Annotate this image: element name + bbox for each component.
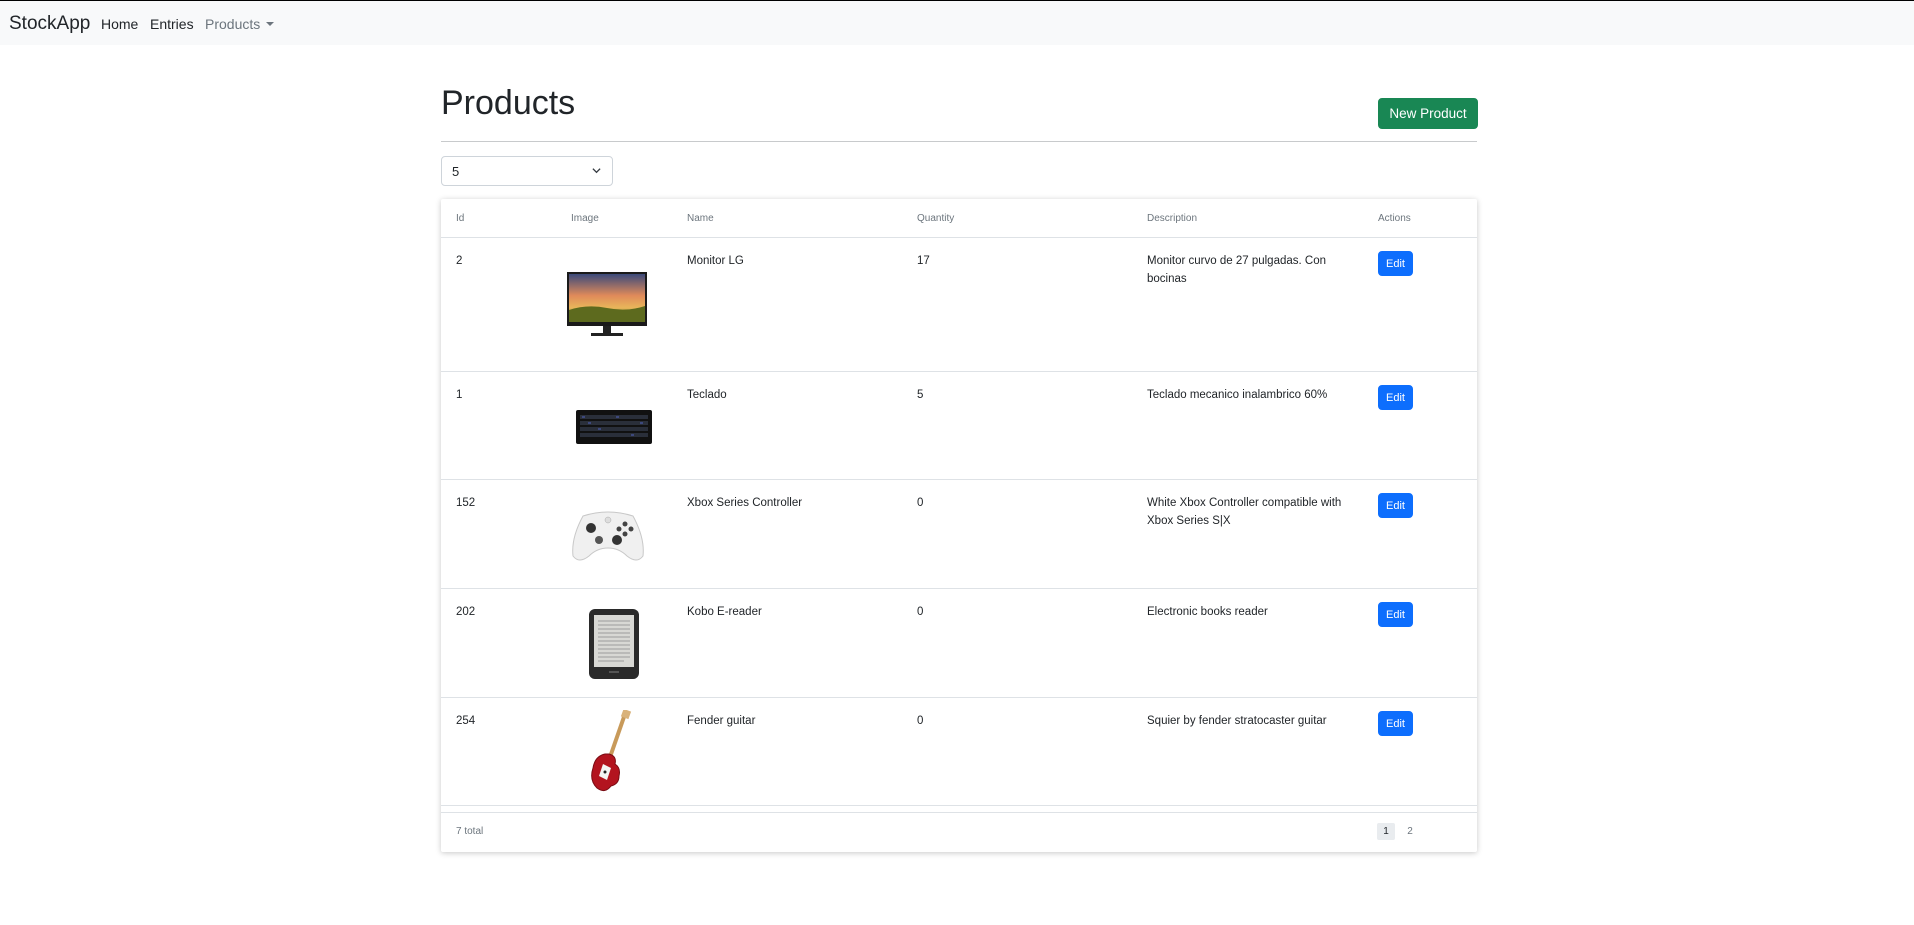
new-product-button[interactable]: New Product bbox=[1378, 98, 1478, 129]
navbar: StockApp Home Entries Products bbox=[0, 1, 1914, 45]
product-image-controller bbox=[569, 508, 647, 569]
row-description: Electronic books reader bbox=[1147, 606, 1268, 618]
table-row: 1 Teclado 5 Teclado mecanico inalambrico… bbox=[441, 372, 1477, 480]
row-quantity: 0 bbox=[917, 715, 924, 727]
pagination-page-2[interactable]: 2 bbox=[1401, 823, 1419, 840]
column-header-name: Name bbox=[687, 213, 714, 224]
product-image-keyboard bbox=[576, 410, 652, 449]
nav-products-label: Products bbox=[205, 16, 261, 32]
column-header-id: Id bbox=[456, 213, 465, 224]
column-header-description: Description bbox=[1147, 213, 1198, 224]
guitar-icon bbox=[591, 708, 632, 792]
table-footer-divider bbox=[441, 812, 1477, 813]
row-id: 1 bbox=[456, 389, 463, 401]
edit-button[interactable]: Edit bbox=[1378, 251, 1413, 276]
row-name: Fender guitar bbox=[687, 715, 756, 727]
nav-home-link[interactable]: Home bbox=[101, 16, 138, 32]
column-header-actions: Actions bbox=[1378, 213, 1411, 224]
page-title: Products bbox=[441, 84, 576, 122]
monitor-icon bbox=[567, 272, 647, 336]
edit-button[interactable]: Edit bbox=[1378, 493, 1413, 518]
table-header: Id Image Name Quantity Description Actio… bbox=[441, 199, 1477, 238]
products-table-card: Id Image Name Quantity Description Actio… bbox=[441, 199, 1477, 852]
row-id: 2 bbox=[456, 255, 463, 267]
product-image-guitar bbox=[585, 708, 635, 799]
row-quantity: 0 bbox=[917, 497, 924, 509]
row-quantity: 17 bbox=[917, 255, 930, 267]
chevron-down-icon bbox=[592, 168, 601, 174]
nav-products-dropdown[interactable]: Products bbox=[205, 16, 275, 32]
total-count: 7 total bbox=[456, 826, 484, 837]
title-divider bbox=[441, 141, 1477, 142]
row-quantity: 5 bbox=[917, 389, 924, 401]
edit-button[interactable]: Edit bbox=[1378, 385, 1413, 410]
edit-button[interactable]: Edit bbox=[1378, 711, 1413, 736]
row-name: Kobo E-reader bbox=[687, 606, 762, 618]
pagination-page-1[interactable]: 1 bbox=[1377, 823, 1395, 840]
row-name: Xbox Series Controller bbox=[687, 497, 803, 509]
keyboard-icon bbox=[576, 410, 652, 444]
table-row: 254 Fender guitar 0 Squier by fender str… bbox=[441, 698, 1477, 806]
table-row: 202 Kobo E-reader 0 Electronic books rea… bbox=[441, 589, 1477, 698]
row-id: 254 bbox=[456, 715, 476, 727]
controller-icon bbox=[572, 511, 644, 561]
page-size-select[interactable]: 5 bbox=[441, 156, 613, 186]
caret-down-icon bbox=[266, 22, 275, 27]
product-image-ereader bbox=[589, 609, 639, 684]
row-name: Monitor LG bbox=[687, 255, 744, 267]
row-description: Monitor curvo de 27 pulgadas. Con bocina… bbox=[1147, 255, 1326, 285]
brand-link[interactable]: StockApp bbox=[9, 13, 90, 35]
row-id: 152 bbox=[456, 497, 476, 509]
page-size-value: 5 bbox=[452, 163, 460, 179]
column-header-quantity: Quantity bbox=[917, 213, 955, 224]
ereader-icon bbox=[589, 609, 639, 679]
product-image-monitor bbox=[567, 272, 647, 343]
row-quantity: 0 bbox=[917, 606, 924, 618]
table-row: 152 Xbox Series Controller 0 White Xbox … bbox=[441, 480, 1477, 589]
row-description: White Xbox Controller compatible with Xb… bbox=[1147, 497, 1342, 527]
table-row: 2 Monitor LG 17 Monitor curvo de 27 pulg… bbox=[441, 238, 1477, 372]
row-name: Teclado bbox=[687, 389, 727, 401]
nav-entries-link[interactable]: Entries bbox=[150, 16, 194, 32]
row-description: Teclado mecanico inalambrico 60% bbox=[1147, 389, 1328, 401]
row-id: 202 bbox=[456, 606, 476, 618]
edit-button[interactable]: Edit bbox=[1378, 602, 1413, 627]
column-header-image: Image bbox=[571, 213, 599, 224]
row-description: Squier by fender stratocaster guitar bbox=[1147, 715, 1327, 727]
